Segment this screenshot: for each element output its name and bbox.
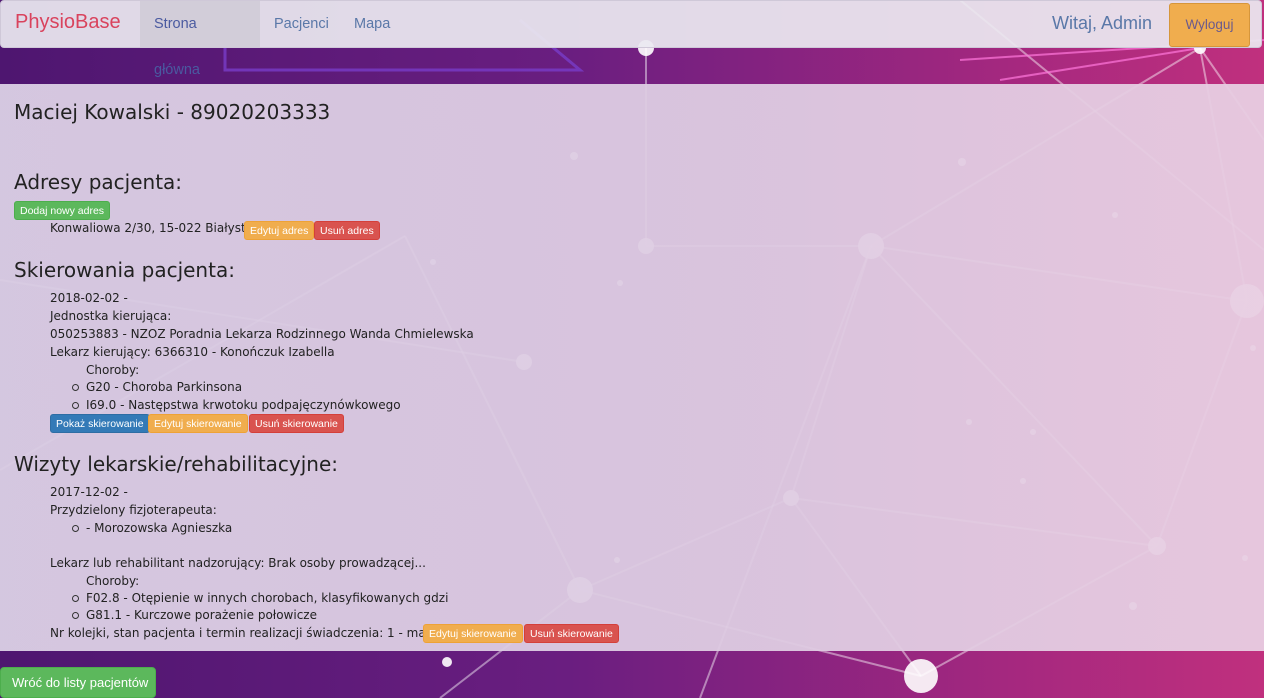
visit-diseases-label: Choroby: (86, 574, 140, 588)
visit-physio-label: Przydzielony fizjoterapeuta: (50, 503, 217, 517)
referral-date: 2018-02-02 - (50, 291, 128, 305)
navbar: PhysioBase Strona główna Pacjenci Mapa W… (0, 0, 1262, 78)
visit-disease: F02.8 - Otępienie w innych chorobach, kl… (86, 591, 449, 605)
addresses-heading: Adresy pacjenta: (14, 170, 183, 194)
user-greeting: Witaj, Admin (1052, 13, 1153, 33)
list-bullet-icon (72, 525, 79, 532)
delete-address-button[interactable]: Usuń adres (314, 221, 380, 240)
delete-visit-button[interactable]: Usuń skierowanie (524, 624, 619, 643)
delete-referral-button[interactable]: Usuń skierowanie (249, 414, 344, 433)
referral-unit-label: Jednostka kierująca: (50, 309, 172, 323)
nav-patients[interactable]: Pacjenci (260, 1, 343, 47)
visits-heading: Wizyty lekarskie/rehabilitacyjne: (14, 452, 339, 476)
list-bullet-icon (72, 595, 79, 602)
list-bullet-icon (72, 402, 79, 409)
show-referral-button[interactable]: Pokaż skierowanie (50, 414, 150, 433)
referral-disease: G20 - Choroba Parkinsona (86, 380, 243, 394)
patient-title: Maciej Kowalski - 89020203333 (14, 100, 331, 124)
edit-visit-button[interactable]: Edytuj skierowanie (423, 624, 523, 643)
edit-address-button[interactable]: Edytuj adres (244, 221, 315, 240)
referrals-heading: Skierowania pacjenta: (14, 258, 235, 282)
nav-home[interactable]: Strona główna (140, 1, 260, 78)
address-text: Konwaliowa 2/30, 15-022 Białystok (50, 221, 260, 235)
referral-disease: I69.0 - Następstwa krwotoku podpajęczynó… (86, 398, 401, 412)
list-bullet-icon (72, 612, 79, 619)
logout-button[interactable]: Wyloguj (1169, 3, 1250, 47)
visit-date: 2017-12-02 - (50, 485, 128, 499)
back-to-patients-button[interactable]: Wróć do listy pacjentów (0, 667, 156, 698)
visit-disease: G81.1 - Kurczowe porażenie połowicze (86, 608, 317, 622)
visit-physio: - Morozowska Agnieszka (86, 521, 233, 535)
visit-supervisor: Lekarz lub rehabilitant nadzorujący: Bra… (50, 556, 426, 570)
referral-unit: 050253883 - NZOZ Poradnia Lekarza Rodzin… (50, 327, 474, 341)
list-bullet-icon (72, 384, 79, 391)
add-address-button[interactable]: Dodaj nowy adres (14, 201, 111, 220)
referral-doctor: Lekarz kierujący: 6366310 - Konończuk Iz… (50, 345, 335, 359)
patient-details: Maciej Kowalski - 89020203333 Adresy pac… (0, 84, 1264, 651)
brand-logo[interactable]: PhysioBase (15, 11, 121, 34)
nav-map[interactable]: Mapa (340, 1, 404, 47)
visit-queue: Nr kolejki, stan pacjenta i termin reali… (50, 626, 464, 640)
edit-referral-button[interactable]: Edytuj skierowanie (148, 414, 248, 433)
referral-diseases-label: Choroby: (86, 363, 140, 377)
